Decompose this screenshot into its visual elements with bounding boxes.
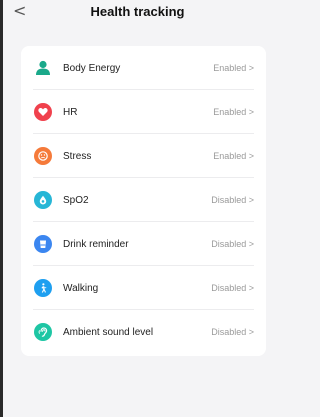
oxygen-drop-icon [34, 191, 52, 209]
list-item-stress[interactable]: Stress Enabled > [21, 134, 266, 178]
item-label: Stress [63, 150, 92, 162]
page-title: Health tracking [90, 3, 185, 19]
item-label: SpO2 [63, 194, 89, 206]
item-status: Disabled > [211, 195, 254, 205]
header: < Health tracking [3, 0, 272, 30]
settings-card: Body Energy Enabled > HR Enabled > Stres… [21, 46, 266, 356]
item-label: Body Energy [63, 62, 121, 74]
window-edge [0, 0, 3, 417]
item-status: Disabled > [211, 283, 254, 293]
cup-icon [34, 235, 52, 253]
item-label: Drink reminder [63, 238, 129, 250]
list-item-hr[interactable]: HR Enabled > [21, 90, 266, 134]
heart-icon [34, 103, 52, 121]
ear-icon [34, 323, 52, 341]
list-item-walking[interactable]: Walking Disabled > [21, 266, 266, 310]
item-status: Disabled > [211, 327, 254, 337]
stress-face-icon [34, 147, 52, 165]
item-status: Enabled > [213, 151, 254, 161]
item-status: Enabled > [213, 107, 254, 117]
body-energy-icon [34, 59, 52, 77]
list-item-ambient-sound[interactable]: Ambient sound level Disabled > [21, 310, 266, 354]
walking-icon [34, 279, 52, 297]
item-label: Walking [63, 282, 99, 294]
item-label: Ambient sound level [63, 326, 154, 338]
list-item-body-energy[interactable]: Body Energy Enabled > [21, 46, 266, 90]
list-item-drink-reminder[interactable]: Drink reminder Disabled > [21, 222, 266, 266]
item-status: Enabled > [213, 63, 254, 73]
item-label: HR [63, 106, 78, 118]
item-status: Disabled > [211, 239, 254, 249]
back-button[interactable]: < [13, 3, 26, 19]
list-item-spo2[interactable]: SpO2 Disabled > [21, 178, 266, 222]
